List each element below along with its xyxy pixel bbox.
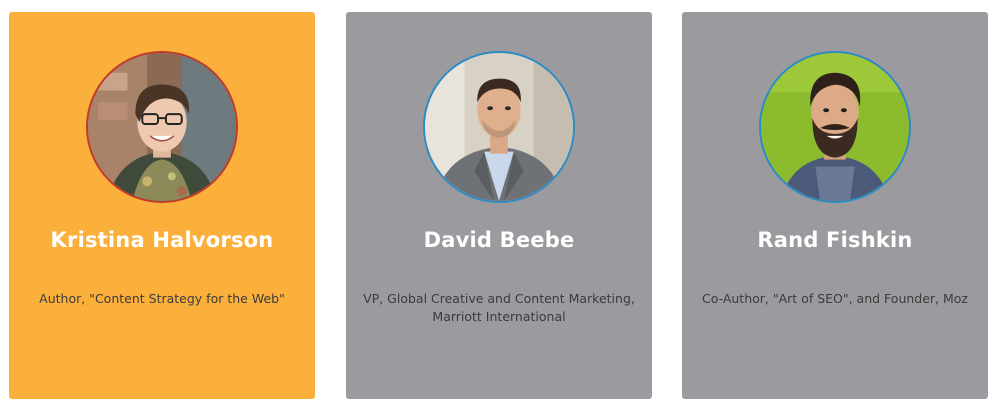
speaker-role-line: Marriott International: [432, 309, 566, 324]
speaker-role: Co-Author, "Art of SEO", and Founder, Mo…: [701, 291, 968, 306]
portrait-photo-david: [425, 53, 573, 201]
speaker-role: Author, "Content Strategy for the Web": [39, 291, 285, 306]
speaker-photo[interactable]: [759, 51, 911, 203]
speaker-card-kristina-halvorson[interactable]: Kristina Halvorson Author, "Content Stra…: [9, 12, 315, 399]
speaker-cards: Kristina Halvorson Author, "Content Stra…: [0, 0, 1000, 410]
speaker-role: VP, Global Creative and Content Marketin…: [356, 290, 642, 326]
speaker-photo[interactable]: [86, 51, 238, 203]
speaker-role-line: VP, Global Creative and Content Marketin…: [363, 291, 635, 306]
speaker-card-rand-fishkin[interactable]: Rand Fishkin Co-Author, "Art of SEO", an…: [682, 12, 988, 399]
portrait-photo-kristina: [88, 53, 236, 201]
speaker-name: Rand Fishkin: [757, 228, 913, 252]
speaker-photo[interactable]: [423, 51, 575, 203]
speaker-name: David Beebe: [423, 228, 575, 252]
speaker-card-david-beebe[interactable]: David Beebe VP, Global Creative and Cont…: [346, 12, 652, 399]
portrait-photo-rand: [761, 53, 909, 201]
speaker-name: Kristina Halvorson: [50, 228, 274, 252]
